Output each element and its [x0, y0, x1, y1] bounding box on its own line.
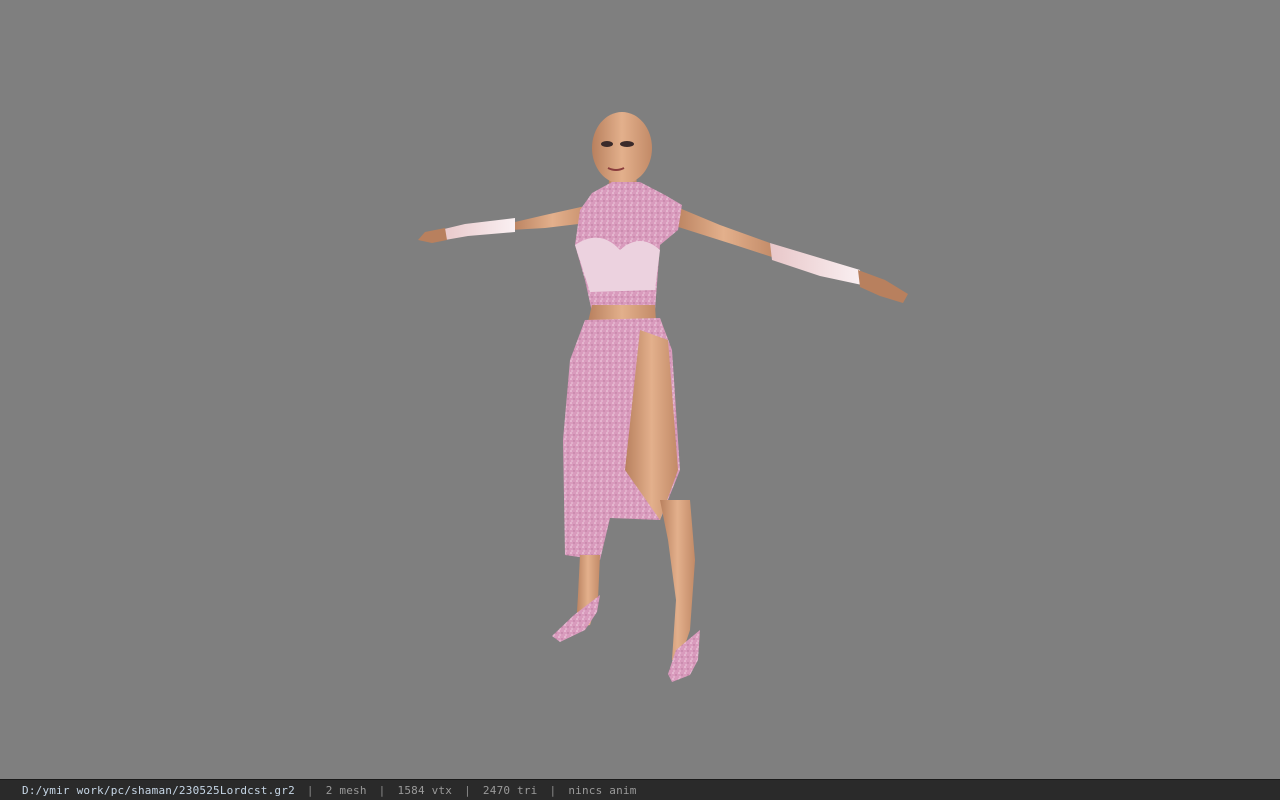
left-shoe — [552, 595, 600, 642]
vertex-count: 1584 vtx — [397, 783, 453, 797]
separator: | — [549, 783, 557, 797]
left-glove — [440, 218, 515, 240]
separator: | — [378, 783, 386, 797]
right-hand — [858, 270, 908, 303]
triangle-count: 2470 tri — [482, 783, 538, 797]
mesh-count: 2 mesh — [325, 783, 367, 797]
separator: | — [306, 783, 314, 797]
character-model[interactable] — [0, 0, 1280, 779]
3d-viewport[interactable] — [0, 0, 1280, 779]
status-bar: D:/ymir work/pc/shaman/230525Lordcst.gr2… — [0, 779, 1280, 800]
separator: | — [464, 783, 471, 797]
left-hand — [418, 228, 447, 243]
right-glove — [770, 243, 862, 285]
animation-info: nincs anim — [568, 783, 637, 797]
right-arm — [672, 205, 775, 258]
right-leg — [660, 500, 695, 660]
right-eye — [620, 141, 634, 147]
file-path: D:/ymir work/pc/shaman/230525Lordcst.gr2 — [22, 783, 295, 797]
left-eye — [601, 141, 613, 147]
head — [592, 112, 652, 184]
